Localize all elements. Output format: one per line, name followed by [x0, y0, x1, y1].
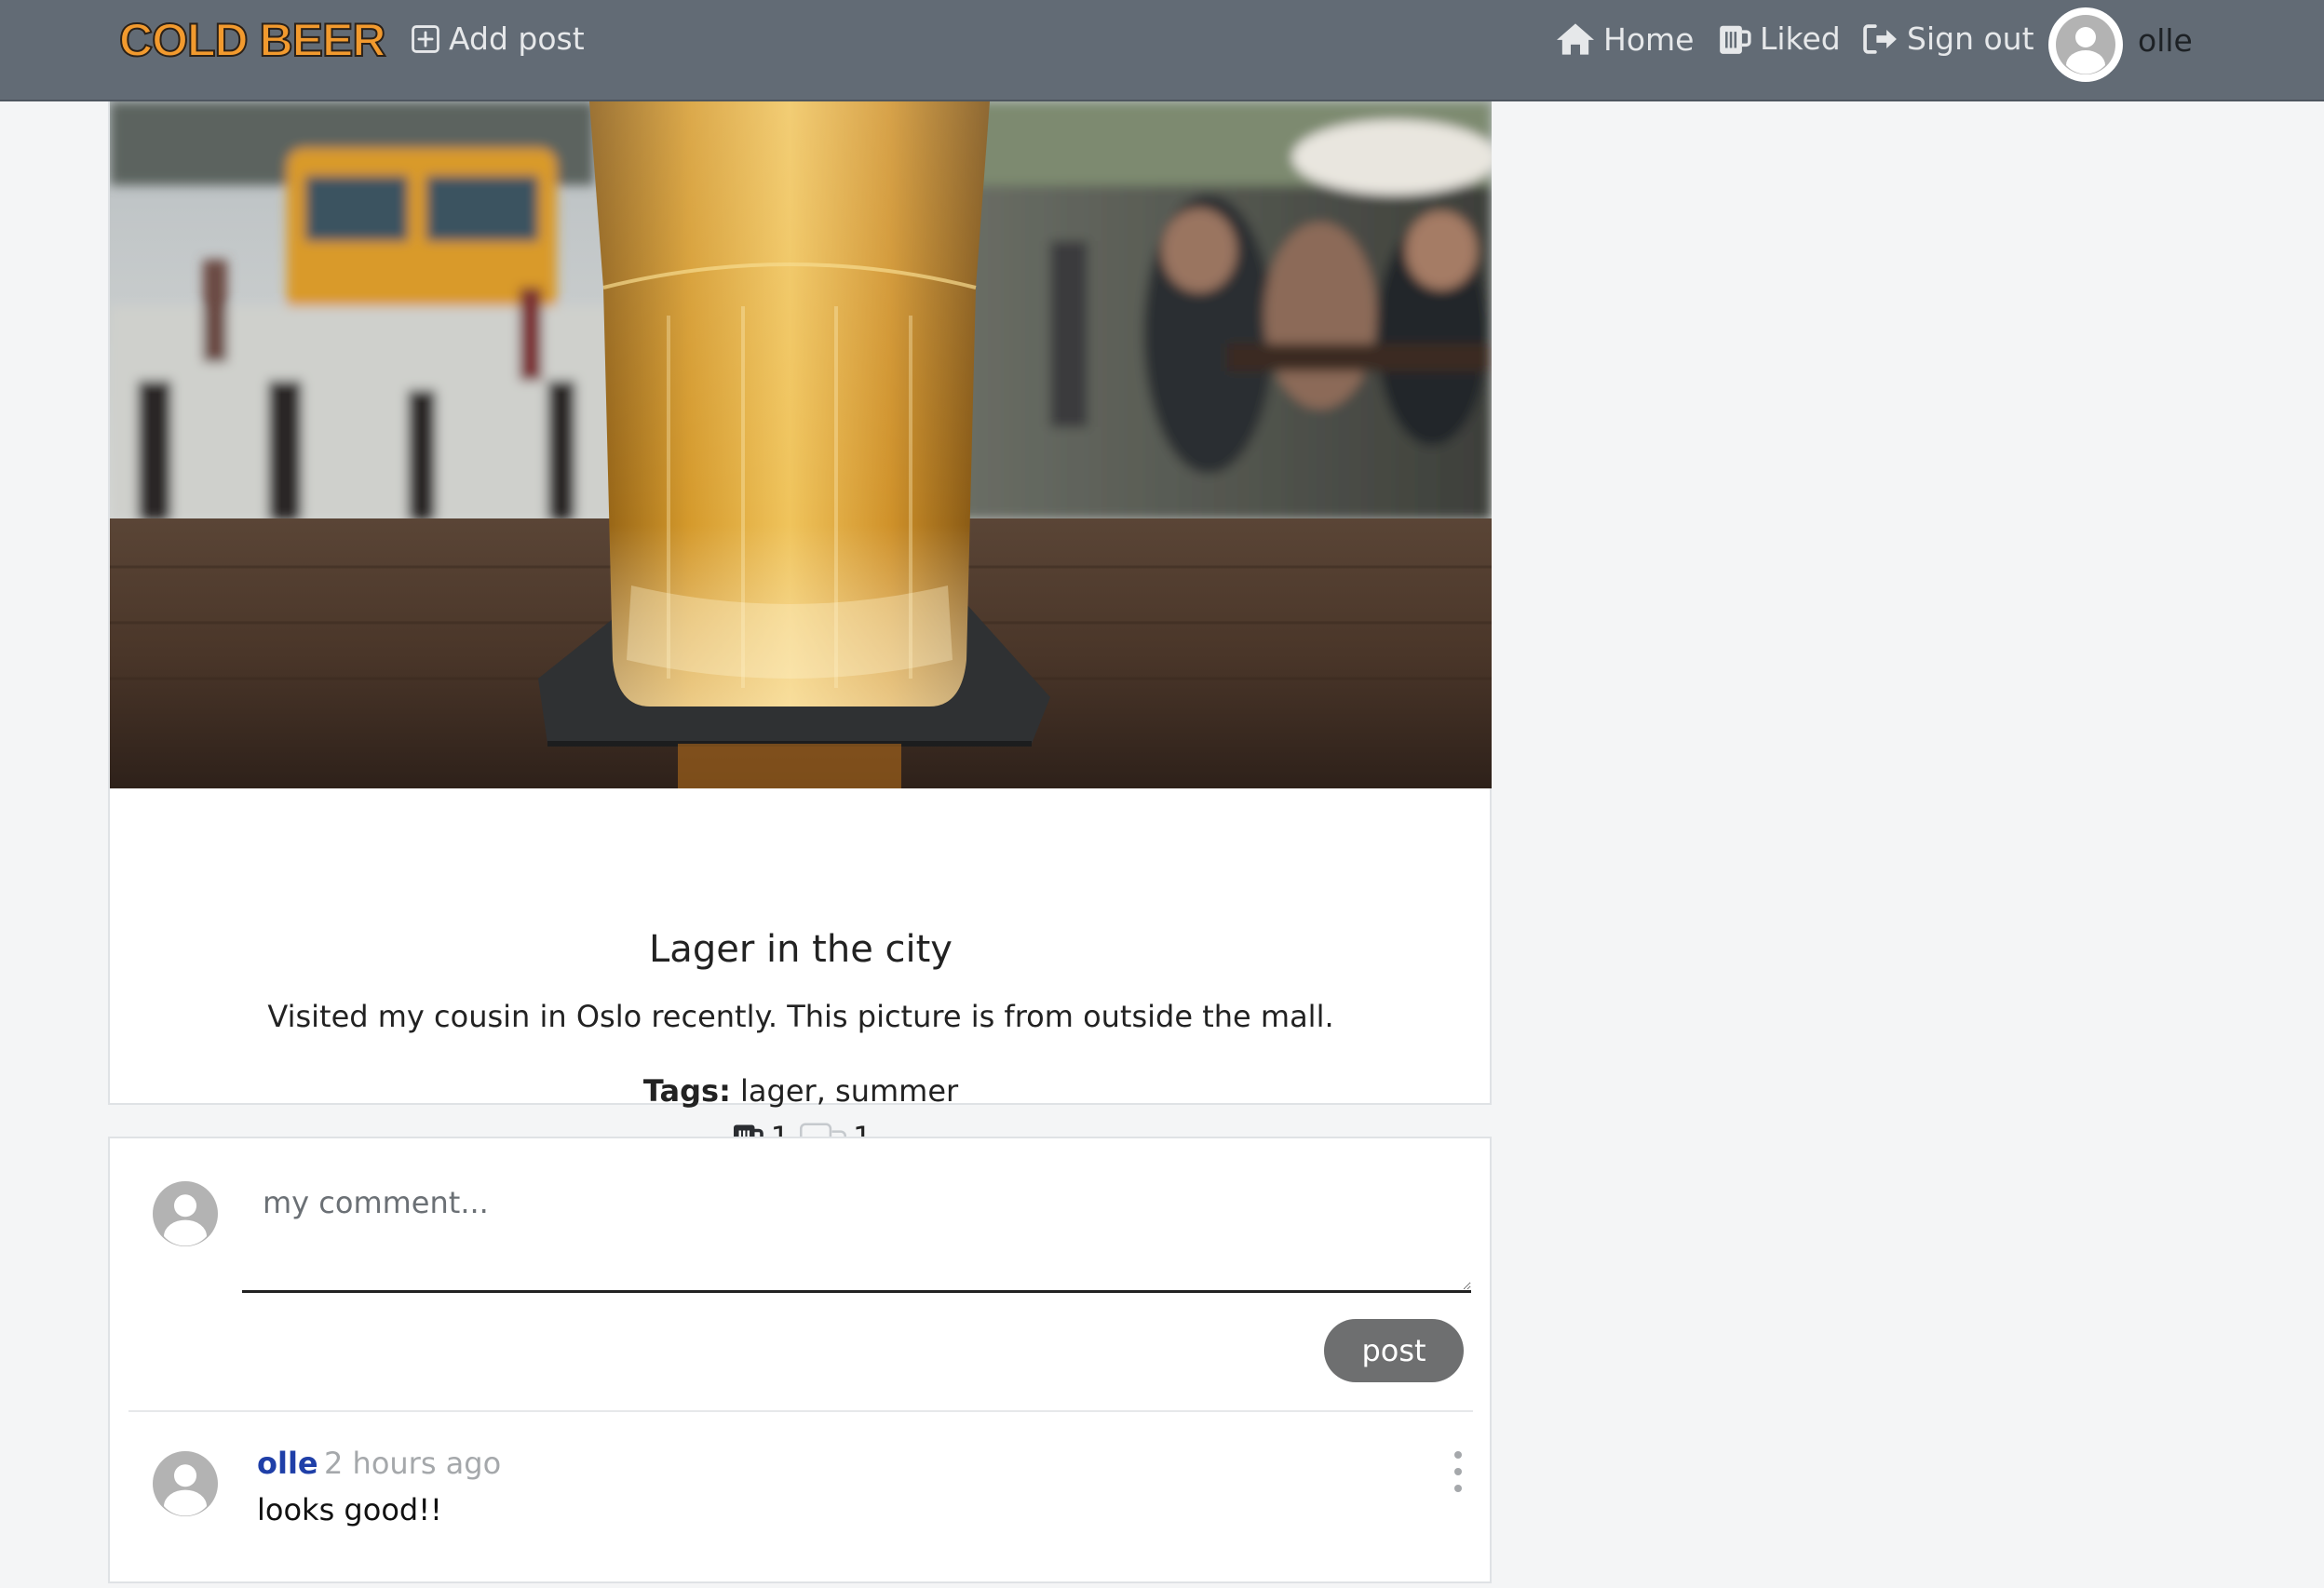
tags-label: Tags: — [642, 1073, 731, 1109]
post-image — [110, 101, 1492, 788]
home-link[interactable]: Home — [1555, 20, 1694, 58]
brand-logo[interactable]: COLD BEER — [118, 13, 386, 67]
nav-username[interactable]: olle — [2138, 22, 2193, 59]
tags-value: lager, summer — [740, 1073, 959, 1109]
beer-mug-icon — [1720, 25, 1751, 54]
post-card: Lager in the city Visited my cousin in O… — [108, 101, 1492, 1155]
post-title: Lager in the city — [649, 928, 953, 971]
navbar: COLD BEER Add post Home Liked Sign out o… — [0, 0, 2324, 101]
sign-out-label: Sign out — [1907, 20, 2034, 57]
home-label: Home — [1603, 20, 1695, 58]
home-icon — [1557, 23, 1594, 55]
plus-square-icon — [412, 24, 439, 53]
comments-card: post olle 2 hours ago looks good!! — [108, 1137, 1492, 1583]
comment-author[interactable]: olle — [257, 1446, 318, 1481]
user-icon — [2056, 15, 2115, 74]
user-avatar[interactable] — [2048, 7, 2123, 82]
divider — [128, 1410, 1473, 1412]
post-description: Visited my cousin in Oslo recently. This… — [267, 999, 1334, 1034]
user-icon — [164, 1464, 207, 1516]
add-post-link[interactable]: Add post — [410, 20, 585, 57]
comment-input[interactable] — [242, 1172, 1471, 1293]
liked-link[interactable]: Liked — [1717, 20, 1841, 57]
add-post-label: Add post — [449, 20, 585, 57]
sign-out-icon — [1863, 23, 1897, 54]
post-comment-button[interactable]: post — [1324, 1319, 1464, 1382]
sign-out-link[interactable]: Sign out — [1862, 20, 2034, 57]
comment-timestamp: 2 hours ago — [324, 1446, 502, 1481]
comment-avatar[interactable] — [153, 1451, 218, 1516]
user-icon — [164, 1194, 207, 1246]
compose-avatar — [153, 1181, 218, 1246]
post-tags: Tags: lager, summer — [110, 1073, 1492, 1109]
comment-options-icon[interactable] — [1449, 1451, 1467, 1492]
liked-label: Liked — [1760, 20, 1841, 57]
comment-text: looks good!! — [257, 1492, 442, 1527]
